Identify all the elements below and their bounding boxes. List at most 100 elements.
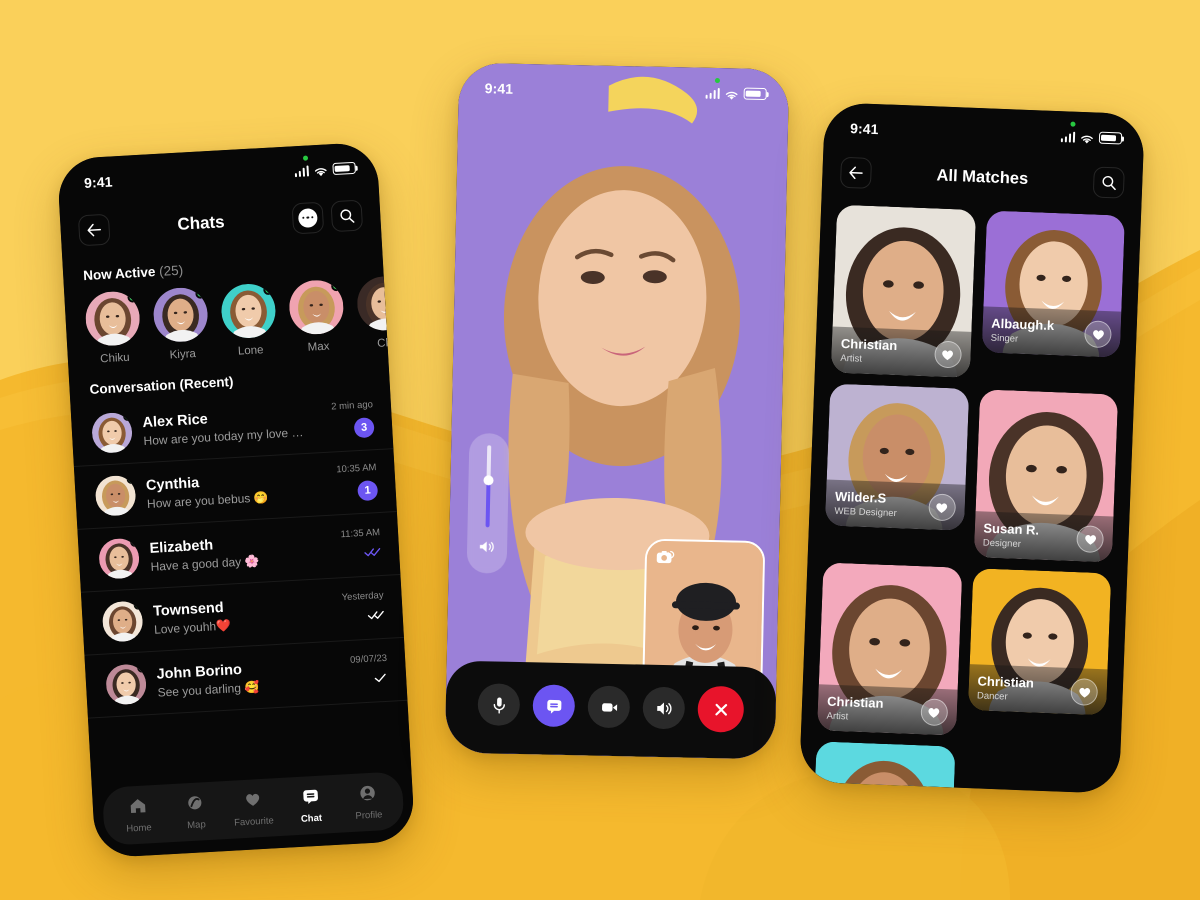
search-button[interactable] — [1092, 165, 1125, 199]
double-check-blue-icon — [364, 547, 381, 556]
status-time: 9:41 — [484, 80, 514, 97]
arrow-left-icon — [849, 165, 863, 179]
match-card[interactable]: Susan R. Designer — [973, 389, 1119, 563]
active-user[interactable]: Max — [287, 278, 346, 355]
single-check-white-icon — [374, 673, 386, 682]
tab-home[interactable]: Home — [111, 795, 165, 835]
heart-icon — [928, 707, 940, 718]
video-button[interactable] — [587, 685, 631, 729]
page-title: Chats — [176, 212, 226, 234]
cellular-bars-icon — [1060, 131, 1076, 143]
active-user-name: Max — [307, 340, 330, 354]
match-card[interactable]: Christian Artist — [830, 204, 976, 378]
avatar[interactable] — [220, 282, 277, 340]
chats-header: Chats — [59, 190, 381, 256]
battery-icon — [743, 87, 767, 100]
chat-text: Elizabeth Have a good day 🌸 — [149, 531, 313, 574]
chat-button[interactable] — [532, 684, 576, 728]
microphone-icon — [493, 696, 505, 714]
active-user[interactable]: Lone — [220, 282, 278, 359]
speaker-icon — [478, 539, 496, 559]
match-text: Wilder.S WEB Designer — [834, 489, 928, 520]
volume-knob[interactable] — [483, 475, 494, 486]
chat-meta: 09/07/23 — [329, 652, 389, 690]
like-button[interactable] — [927, 492, 956, 521]
back-button[interactable] — [77, 213, 111, 246]
match-card[interactable]: Christian Dancer — [967, 568, 1112, 716]
active-user-name: Lone — [237, 344, 264, 358]
like-button[interactable] — [1070, 677, 1099, 706]
chat-icon — [546, 699, 561, 714]
battery-icon — [332, 162, 356, 175]
matches-grid[interactable]: Christian Artist Albaugh.k Singer Wilder.S WE… — [799, 194, 1141, 794]
like-button[interactable] — [933, 339, 962, 369]
match-card[interactable]: Albaugh.k Singer — [981, 210, 1126, 358]
chats-screen: 9:41 Chats Now Active (25) Chiku Kiyra L… — [56, 141, 416, 859]
match-card[interactable]: Wilder.S WEB Designer — [824, 383, 969, 531]
recording-indicator-icon — [714, 78, 720, 84]
match-card[interactable]: Christian Artist — [817, 562, 962, 736]
bottom-tab-bar[interactable]: Home Map Favourite Chat Profile — [101, 771, 405, 846]
active-user[interactable]: Chiku — [84, 290, 142, 366]
match-role: Designer — [982, 537, 1022, 550]
status-time: 9:41 — [849, 120, 879, 138]
back-button[interactable] — [839, 156, 873, 189]
more-options-button[interactable] — [291, 201, 325, 234]
avatar — [90, 411, 134, 454]
tab-map[interactable]: Map — [169, 792, 223, 832]
search-button[interactable] — [330, 199, 364, 232]
heart-icon — [1084, 534, 1096, 545]
active-user[interactable]: Kiyra — [152, 286, 210, 362]
video-call-screen: 9:41 — [444, 62, 790, 760]
double-check-white-icon — [367, 610, 384, 619]
speaker-button[interactable] — [642, 686, 686, 730]
match-info-overlay: Christian Artist — [817, 684, 958, 736]
mute-button[interactable] — [477, 683, 521, 727]
avatar[interactable] — [152, 286, 210, 344]
page-title: All Matches — [936, 165, 1029, 188]
match-text: Christian Artist — [840, 336, 934, 367]
chat-timestamp: 10:35 AM — [336, 462, 377, 476]
wifi-icon — [313, 164, 328, 176]
match-info-overlay: Christian Artist — [830, 326, 971, 378]
volume-fill — [485, 481, 491, 528]
recording-indicator-icon — [1069, 121, 1076, 127]
match-text: Christian Dancer — [977, 674, 1071, 705]
online-status-dot — [195, 288, 206, 299]
search-icon — [340, 208, 355, 223]
match-role: Singer — [990, 332, 1019, 345]
chat-text: Townsend Love youhh❤️ — [153, 594, 317, 636]
tab-profile[interactable]: Profile — [341, 782, 395, 822]
tab-label: Home — [125, 821, 152, 835]
heart-icon — [1092, 329, 1104, 340]
map-icon — [188, 795, 202, 809]
end-call-button[interactable] — [697, 685, 745, 733]
volume-track[interactable] — [483, 445, 494, 528]
tab-chat[interactable]: Chat — [284, 785, 338, 825]
close-x-icon — [714, 703, 727, 716]
tab-label: Map — [186, 818, 206, 831]
call-controls-bar[interactable] — [444, 660, 777, 760]
avatar[interactable] — [84, 290, 142, 348]
camera-flip-icon[interactable] — [656, 549, 675, 570]
chat-timestamp: 2 min ago — [330, 399, 374, 413]
match-info-overlay: Susan R. Designer — [973, 511, 1114, 563]
more-dots-icon — [297, 207, 318, 228]
online-status-dot — [263, 284, 274, 296]
avatar — [105, 663, 148, 706]
chat-list[interactable]: Alex Rice How are you today my love ❤️❤️ 2… — [70, 386, 408, 719]
now-active-count: (25) — [158, 262, 184, 279]
offline-status-dot — [136, 663, 147, 673]
volume-slider[interactable] — [466, 432, 510, 574]
battery-icon — [1098, 131, 1123, 145]
chat-timestamp: 09/07/23 — [349, 652, 388, 666]
avatar[interactable] — [287, 278, 345, 336]
tab-favourite[interactable]: Favourite — [226, 789, 280, 829]
like-button[interactable] — [1083, 319, 1112, 348]
like-button[interactable] — [1076, 524, 1105, 553]
phone-video-call: 9:41 — [444, 62, 790, 760]
video-camera-icon — [601, 702, 617, 712]
online-status-dot — [330, 280, 342, 292]
online-status-dot — [122, 411, 133, 422]
like-button[interactable] — [919, 697, 948, 726]
